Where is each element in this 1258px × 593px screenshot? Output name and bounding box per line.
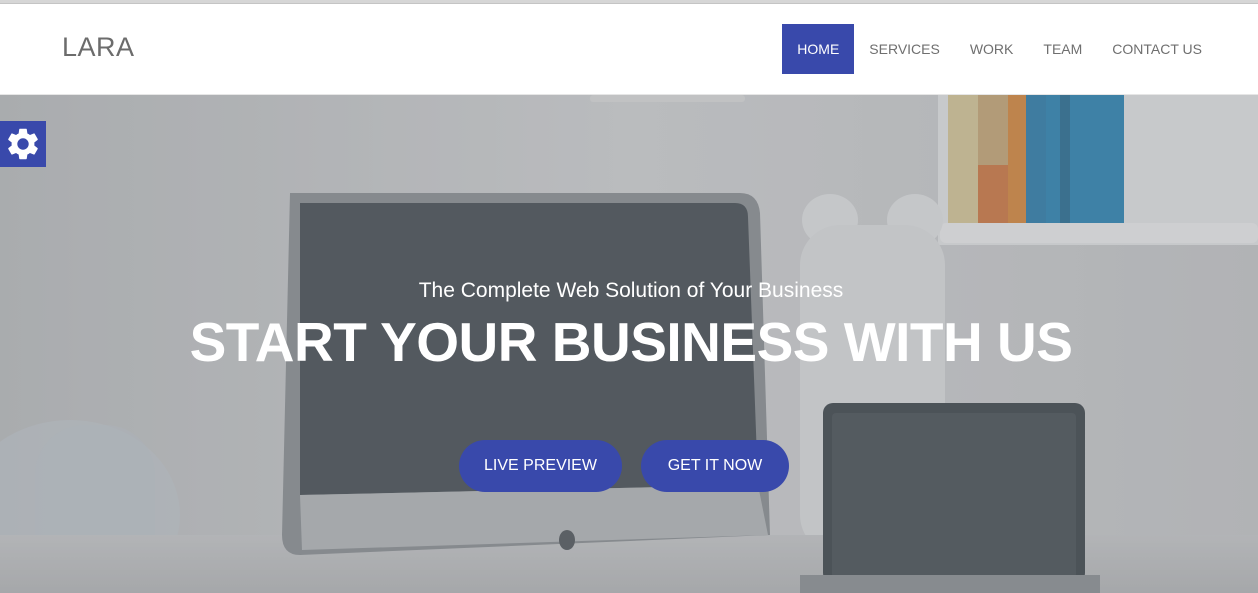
nav-item-work[interactable]: WORK bbox=[955, 24, 1029, 74]
gear-icon bbox=[8, 128, 38, 160]
nav-item-home[interactable]: HOME bbox=[782, 24, 855, 74]
nav-item-services[interactable]: SERVICES bbox=[854, 24, 955, 74]
nav-item-team[interactable]: TEAM bbox=[1028, 24, 1097, 74]
settings-panel-toggle[interactable] bbox=[0, 121, 46, 167]
hero-subtitle: The Complete Web Solution of Your Busine… bbox=[418, 279, 844, 302]
brand-logo[interactable]: LARA bbox=[62, 32, 135, 63]
get-it-now-button[interactable]: GET IT NOW bbox=[641, 440, 789, 492]
hero-section: The Complete Web Solution of Your Busine… bbox=[0, 95, 1258, 593]
live-preview-button[interactable]: LIVE PREVIEW bbox=[459, 440, 622, 492]
main-nav: HOME SERVICES WORK TEAM CONTACT US bbox=[782, 24, 1217, 74]
hero-overlay: The Complete Web Solution of Your Busine… bbox=[0, 95, 1258, 593]
nav-item-contact-us[interactable]: CONTACT US bbox=[1097, 24, 1217, 74]
navbar: LARA HOME SERVICES WORK TEAM CONTACT US bbox=[0, 4, 1258, 95]
hero-title: START YOUR BUSINESS WITH US bbox=[189, 311, 1073, 373]
